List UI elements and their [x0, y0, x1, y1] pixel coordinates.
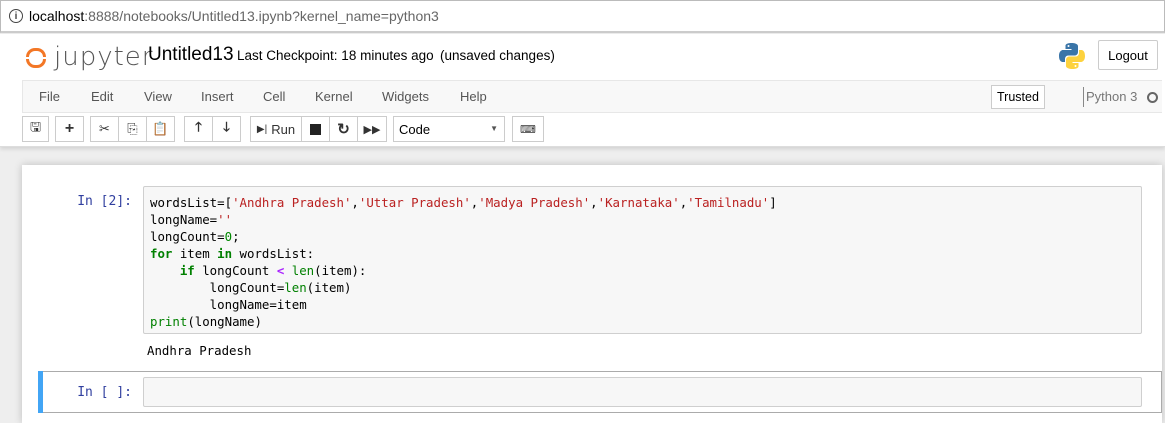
code-token: wordsList=[: [150, 195, 233, 210]
keyboard-icon: ⌨: [520, 123, 536, 136]
code-token: ,: [590, 195, 598, 210]
code-token: ]: [769, 195, 777, 210]
cut-button[interactable]: ✂: [90, 116, 119, 142]
code-token: (item): [306, 280, 352, 295]
code-token: ;: [232, 229, 240, 244]
save-button[interactable]: 🖫: [22, 116, 49, 142]
code-token: longCount: [194, 263, 277, 278]
code-token: longCount=: [150, 229, 225, 244]
save-icon: 🖫: [29, 119, 42, 134]
logo-text: jupyter: [54, 42, 154, 72]
interrupt-button[interactable]: [301, 116, 330, 142]
fast-forward-icon: ▶▶: [363, 123, 381, 136]
notebook-container: In [2]: wordsList=['Andhra Pradesh','Utt…: [22, 165, 1162, 423]
address-bar[interactable]: i localhost:8888/notebooks/Untitled13.ip…: [0, 0, 1165, 33]
url-path: :8888/notebooks/Untitled13.ipynb?kernel_…: [84, 8, 439, 24]
insert-cell-button[interactable]: +: [55, 116, 84, 142]
command-palette-button[interactable]: ⌨: [512, 116, 544, 142]
code-token: item: [172, 246, 218, 261]
step-forward-icon: ▶|: [256, 123, 268, 135]
move-down-button[interactable]: 🡓: [212, 116, 241, 142]
code-token: longCount=: [150, 280, 285, 295]
menu-kernel[interactable]: Kernel: [315, 89, 353, 104]
code-token: 0: [224, 229, 233, 244]
copy-icon: ⎘: [127, 121, 138, 136]
code-token: longName=item: [150, 297, 307, 312]
logout-button[interactable]: Logout: [1098, 40, 1158, 70]
python-logo-icon: [1059, 43, 1085, 69]
url-host: localhost: [29, 8, 85, 24]
menu-cell[interactable]: Cell: [263, 89, 285, 104]
stop-icon: [310, 123, 321, 135]
menu-file[interactable]: File: [39, 89, 60, 104]
code-token: print: [150, 314, 188, 329]
menu-insert[interactable]: Insert: [201, 89, 234, 104]
scissors-icon: ✂: [99, 121, 110, 136]
code-token: for: [150, 246, 173, 261]
code-editor-empty[interactable]: [143, 377, 1142, 407]
code-token: 'Madya Pradesh': [478, 195, 591, 210]
code-line: longName='': [150, 211, 1141, 228]
menu-bar: File Edit View Insert Cell Kernel Widget…: [22, 80, 1162, 113]
info-icon[interactable]: i: [9, 9, 23, 23]
menu-help[interactable]: Help: [460, 89, 487, 104]
code-line: longName=item: [150, 296, 1141, 313]
refresh-icon: ↻: [337, 121, 350, 138]
code-line: wordsList=['Andhra Pradesh','Uttar Prade…: [150, 194, 1141, 211]
cell-type-value: Code: [399, 121, 431, 137]
code-line: print(longName): [150, 313, 1141, 330]
code-token: in: [217, 246, 233, 261]
code-token: 'Uttar Pradesh': [358, 195, 471, 210]
code-token: 'Karnataka': [597, 195, 680, 210]
code-text[interactable]: wordsList=['Andhra Pradesh','Uttar Prade…: [144, 187, 1141, 330]
notebook-header: jupyter Untitled13 Last Checkpoint: 18 m…: [0, 34, 1165, 147]
restart-run-all-button[interactable]: ▶▶: [357, 116, 387, 142]
code-token: '': [217, 212, 233, 227]
code-token: len: [291, 263, 315, 278]
code-token: ,: [351, 195, 359, 210]
trusted-indicator[interactable]: Trusted: [991, 85, 1045, 109]
kernel-name: Python 3: [1086, 89, 1138, 104]
paste-icon: 📋: [152, 121, 169, 136]
notebook-name[interactable]: Untitled13: [148, 44, 234, 66]
input-prompt: In [ ]:: [77, 385, 132, 400]
paste-button[interactable]: 📋: [146, 116, 175, 142]
code-token: (item):: [314, 263, 367, 278]
autosave-status: (unsaved changes): [440, 48, 555, 63]
jupyter-logo[interactable]: jupyter: [26, 42, 153, 72]
code-token: wordsList:: [232, 246, 315, 261]
menu-widgets[interactable]: Widgets: [382, 89, 429, 104]
code-token: len: [284, 280, 307, 295]
code-line: for item in wordsList:: [150, 245, 1141, 262]
checkpoint-status: Last Checkpoint: 18 minutes ago: [237, 48, 434, 63]
kernel-idle-icon: [1147, 92, 1158, 103]
input-prompt: In [2]:: [77, 194, 132, 209]
code-token: if: [179, 263, 195, 278]
divider: [1083, 87, 1084, 107]
plus-icon: +: [64, 120, 75, 137]
code-token: 'Andhra Pradesh': [232, 195, 352, 210]
code-line: longCount=0;: [150, 228, 1141, 245]
jupyter-logo-icon: [26, 44, 46, 70]
copy-button[interactable]: ⎘: [118, 116, 147, 142]
arrow-down-icon: 🡓: [223, 119, 230, 134]
move-up-button[interactable]: 🡑: [184, 116, 213, 142]
menu-edit[interactable]: Edit: [91, 89, 113, 104]
cell-output: Andhra Pradesh: [147, 343, 252, 358]
arrow-up-icon: 🡑: [195, 119, 202, 134]
code-line: longCount=len(item): [150, 279, 1141, 296]
code-token: (longName): [187, 314, 262, 329]
restart-button[interactable]: ↻: [329, 116, 358, 142]
run-button[interactable]: ▶| Run: [250, 116, 302, 142]
cell-type-select[interactable]: Code ▼: [393, 116, 505, 142]
code-token: 'Tamilnadu': [687, 195, 770, 210]
menu-view[interactable]: View: [144, 89, 172, 104]
code-editor[interactable]: wordsList=['Andhra Pradesh','Uttar Prade…: [143, 186, 1142, 334]
code-token: longName=: [150, 212, 218, 227]
run-label: Run: [271, 121, 296, 137]
chevron-down-icon: ▼: [490, 124, 498, 133]
code-line: if longCount < len(item):: [150, 262, 1141, 279]
